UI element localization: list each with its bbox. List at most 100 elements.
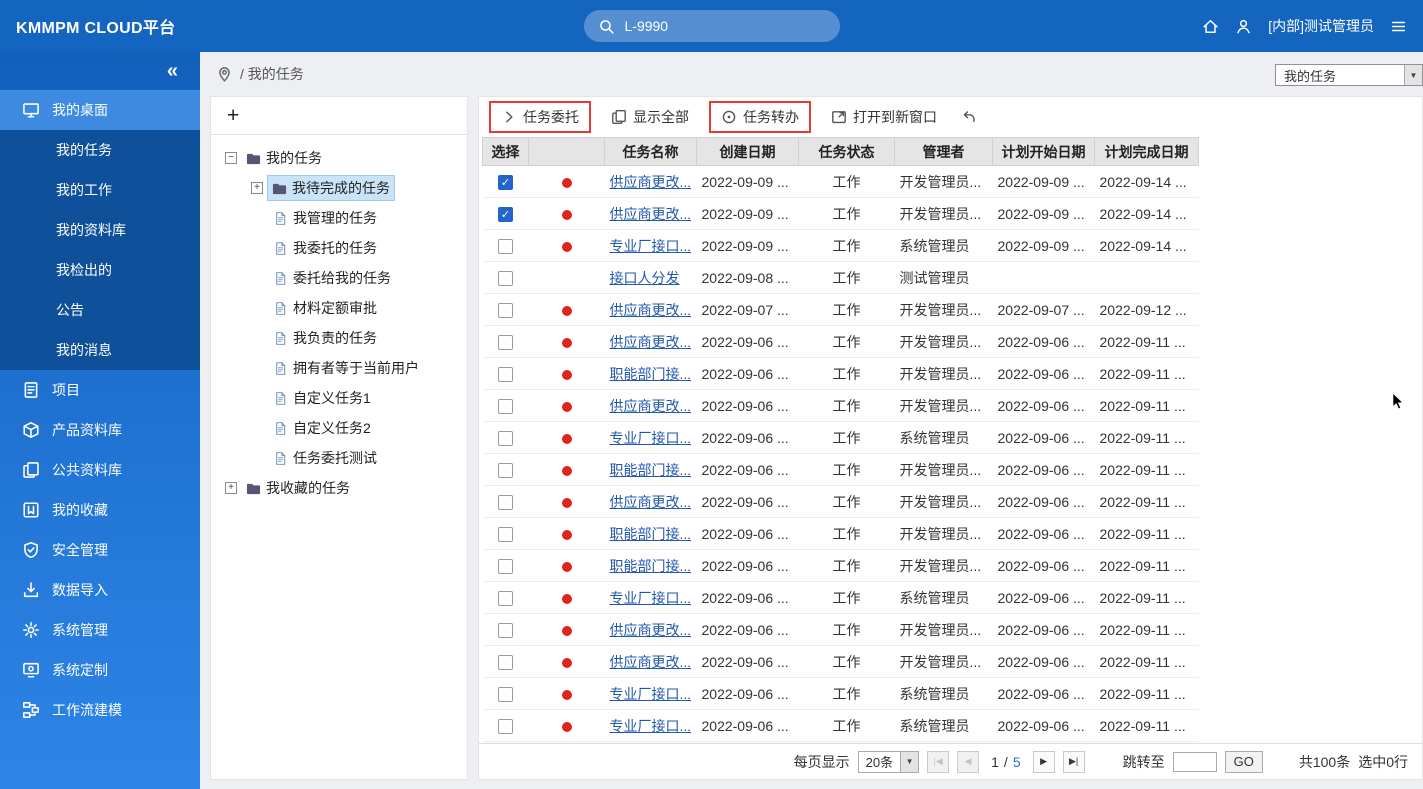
- table-row[interactable]: 接口人分发2022-09-08 ...工作测试管理员: [483, 262, 1199, 294]
- task-name-link[interactable]: 供应商更改...: [610, 174, 692, 190]
- sidebar-item[interactable]: 公告: [0, 290, 200, 330]
- row-checkbox[interactable]: [498, 527, 513, 542]
- row-checkbox[interactable]: ✓: [498, 175, 513, 190]
- table-row[interactable]: 专业厂接口...2022-09-06 ...工作系统管理员2022-09-06 …: [483, 422, 1199, 454]
- row-checkbox[interactable]: [498, 431, 513, 446]
- row-checkbox[interactable]: [498, 591, 513, 606]
- toolbar-button-task-transfer[interactable]: 任务转办: [709, 101, 811, 133]
- table-row[interactable]: ✓供应商更改...2022-09-09 ...工作开发管理员...2022-09…: [483, 166, 1199, 198]
- sidebar-item[interactable]: 我的桌面: [0, 90, 200, 130]
- menu-icon[interactable]: [1390, 18, 1407, 35]
- column-header[interactable]: 选择: [483, 138, 529, 166]
- user-icon[interactable]: [1235, 18, 1252, 35]
- toolbar-button-task-delegate[interactable]: 任务委托: [489, 101, 591, 133]
- column-header[interactable]: 任务名称: [605, 138, 697, 166]
- sidebar-item[interactable]: 我的资料库: [0, 210, 200, 250]
- tree-node[interactable]: 任务委托测试: [211, 443, 467, 473]
- sidebar-item[interactable]: 产品资料库: [0, 410, 200, 450]
- sidebar-item[interactable]: 工作流建模: [0, 690, 200, 730]
- table-row[interactable]: 供应商更改...2022-09-06 ...工作开发管理员...2022-09-…: [483, 326, 1199, 358]
- column-header[interactable]: 管理者: [895, 138, 993, 166]
- task-name-link[interactable]: 供应商更改...: [610, 206, 692, 222]
- home-icon[interactable]: [1202, 18, 1219, 35]
- task-name-link[interactable]: 供应商更改...: [610, 622, 692, 638]
- table-row[interactable]: 专业厂接口...2022-09-09 ...工作系统管理员2022-09-09 …: [483, 230, 1199, 262]
- table-row[interactable]: 职能部门接...2022-09-06 ...工作开发管理员...2022-09-…: [483, 358, 1199, 390]
- task-name-link[interactable]: 供应商更改...: [610, 302, 692, 318]
- task-name-link[interactable]: 供应商更改...: [610, 334, 692, 350]
- table-row[interactable]: 供应商更改...2022-09-06 ...工作开发管理员...2022-09-…: [483, 486, 1199, 518]
- tree-node[interactable]: 拥有者等于当前用户: [211, 353, 467, 383]
- table-row[interactable]: ✓供应商更改...2022-09-09 ...工作开发管理员...2022-09…: [483, 198, 1199, 230]
- column-header[interactable]: [529, 138, 605, 166]
- table-row[interactable]: 供应商更改...2022-09-07 ...工作开发管理员...2022-09-…: [483, 294, 1199, 326]
- table-row[interactable]: 职能部门接...2022-09-06 ...工作开发管理员...2022-09-…: [483, 454, 1199, 486]
- task-name-link[interactable]: 接口人分发: [610, 270, 680, 286]
- table-row[interactable]: 职能部门接...2022-09-06 ...工作开发管理员...2022-09-…: [483, 518, 1199, 550]
- table-row[interactable]: 专业厂接口...2022-09-06 ...工作系统管理员2022-09-06 …: [483, 678, 1199, 710]
- expand-toggle-icon[interactable]: +: [251, 182, 263, 194]
- add-node-button[interactable]: +: [227, 105, 239, 126]
- table-row[interactable]: 供应商更改...2022-09-06 ...工作开发管理员...2022-09-…: [483, 646, 1199, 678]
- row-checkbox[interactable]: [498, 687, 513, 702]
- sidebar-item[interactable]: 安全管理: [0, 530, 200, 570]
- sidebar-item[interactable]: 项目: [0, 370, 200, 410]
- row-checkbox[interactable]: [498, 559, 513, 574]
- collapse-toggle-icon[interactable]: −: [225, 152, 237, 164]
- sidebar-item[interactable]: 系统管理: [0, 610, 200, 650]
- task-name-link[interactable]: 专业厂接口...: [610, 686, 692, 702]
- task-name-link[interactable]: 专业厂接口...: [610, 430, 692, 446]
- prev-page-button[interactable]: ◀: [957, 751, 979, 773]
- sidebar-item[interactable]: 我的工作: [0, 170, 200, 210]
- task-name-link[interactable]: 专业厂接口...: [610, 238, 692, 254]
- row-checkbox[interactable]: [498, 655, 513, 670]
- sidebar-item[interactable]: 公共资料库: [0, 450, 200, 490]
- toolbar-button-show-all[interactable]: 显示全部: [607, 103, 693, 131]
- task-name-link[interactable]: 供应商更改...: [610, 654, 692, 670]
- go-button[interactable]: GO: [1225, 751, 1263, 773]
- per-page-select[interactable]: 20条 ▼: [858, 751, 919, 773]
- row-checkbox[interactable]: [498, 335, 513, 350]
- per-page-dropdown-icon[interactable]: ▼: [900, 752, 918, 772]
- row-checkbox[interactable]: [498, 623, 513, 638]
- global-search-input[interactable]: L-9990: [584, 10, 840, 42]
- toolbar-button-undo[interactable]: [957, 105, 981, 129]
- row-checkbox[interactable]: [498, 495, 513, 510]
- sidebar-item[interactable]: 我的消息: [0, 330, 200, 370]
- table-row[interactable]: 供应商更改...2022-09-06 ...工作开发管理员...2022-09-…: [483, 390, 1199, 422]
- table-row[interactable]: 供应商更改...2022-09-06 ...工作开发管理员...2022-09-…: [483, 614, 1199, 646]
- sidebar-item[interactable]: 数据导入: [0, 570, 200, 610]
- current-user-label[interactable]: [内部]测试管理员: [1268, 16, 1374, 36]
- tree-node[interactable]: 委托给我的任务: [211, 263, 467, 293]
- row-checkbox[interactable]: [498, 399, 513, 414]
- collapse-sidebar-button[interactable]: «: [0, 52, 200, 90]
- task-name-link[interactable]: 供应商更改...: [610, 494, 692, 510]
- expand-toggle-icon[interactable]: +: [225, 482, 237, 494]
- table-row[interactable]: 专业厂接口...2022-09-06 ...工作系统管理员2022-09-06 …: [483, 710, 1199, 742]
- row-checkbox[interactable]: [498, 367, 513, 382]
- toolbar-button-open-new-window[interactable]: 打开到新窗口: [827, 103, 941, 131]
- task-name-link[interactable]: 职能部门接...: [610, 526, 692, 542]
- row-checkbox[interactable]: [498, 463, 513, 478]
- chevron-down-icon[interactable]: ▼: [1404, 65, 1422, 85]
- sidebar-item[interactable]: 系统定制: [0, 650, 200, 690]
- sidebar-item[interactable]: 我的任务: [0, 130, 200, 170]
- row-checkbox[interactable]: ✓: [498, 207, 513, 222]
- tree-node[interactable]: 我管理的任务: [211, 203, 467, 233]
- tree-node[interactable]: 材料定额审批: [211, 293, 467, 323]
- tree-node[interactable]: +我待完成的任务: [211, 173, 467, 203]
- column-header[interactable]: 计划开始日期: [993, 138, 1095, 166]
- tree-node[interactable]: +我收藏的任务: [211, 473, 467, 503]
- table-row[interactable]: 职能部门接...2022-09-06 ...工作开发管理员...2022-09-…: [483, 550, 1199, 582]
- sidebar-item[interactable]: 我检出的: [0, 250, 200, 290]
- task-name-link[interactable]: 专业厂接口...: [610, 590, 692, 606]
- next-page-button[interactable]: ▶: [1033, 751, 1055, 773]
- jump-page-input[interactable]: [1173, 752, 1217, 772]
- row-checkbox[interactable]: [498, 271, 513, 286]
- row-checkbox[interactable]: [498, 303, 513, 318]
- task-name-link[interactable]: 供应商更改...: [610, 398, 692, 414]
- task-name-link[interactable]: 职能部门接...: [610, 558, 692, 574]
- tree-node[interactable]: 我负责的任务: [211, 323, 467, 353]
- task-name-link[interactable]: 职能部门接...: [610, 366, 692, 382]
- view-selector-dropdown[interactable]: 我的任务 ▼: [1275, 64, 1423, 86]
